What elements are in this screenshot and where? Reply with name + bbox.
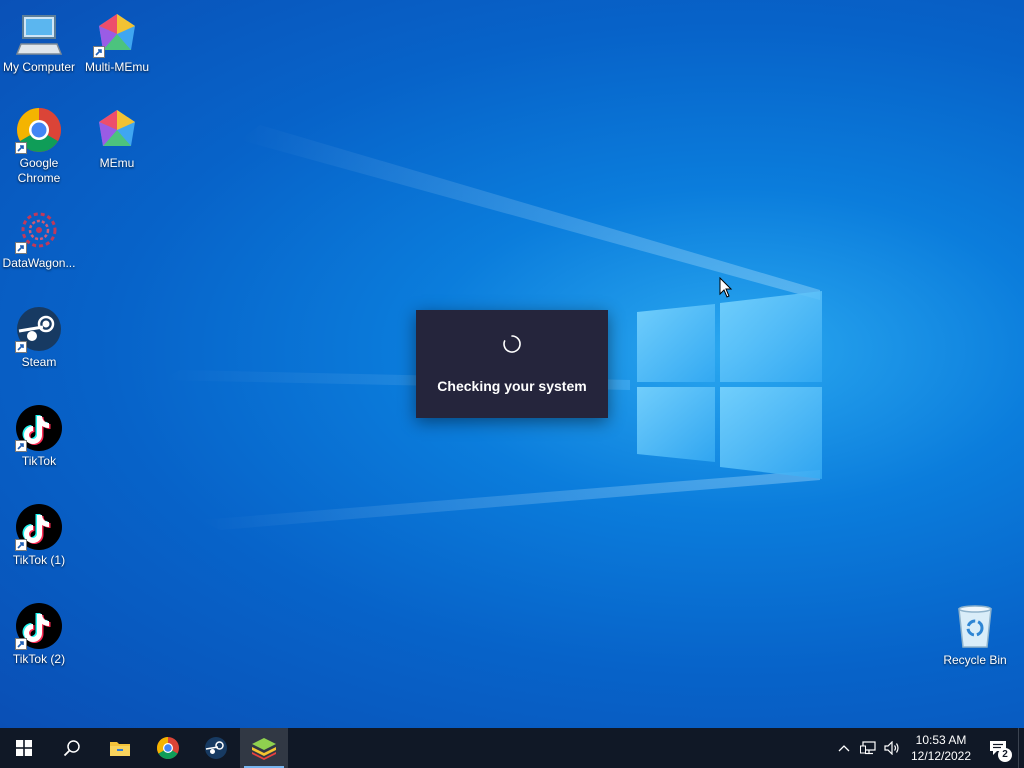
clock[interactable]: 10:53 AM 12/12/2022: [904, 732, 978, 764]
checking-system-dialog: Checking your system: [416, 310, 608, 418]
desktop-icon-label: DataWagon...: [2, 256, 76, 270]
computer-icon: [15, 15, 63, 55]
taskbar: 10:53 AM 12/12/2022 2: [0, 728, 1024, 768]
windows-start-icon: [16, 740, 32, 756]
bluestacks-icon: [252, 738, 276, 760]
desktop-icon-label: TikTok (1): [12, 553, 66, 567]
shortcut-arrow-icon: [15, 539, 27, 551]
taskbar-file-explorer[interactable]: [96, 728, 144, 768]
taskbar-chrome[interactable]: [144, 728, 192, 768]
desktop-icon-label: Google Chrome: [17, 156, 61, 185]
shortcut-arrow-icon: [15, 440, 27, 452]
desktop-icon-label: Recycle Bin: [943, 653, 1007, 667]
recycle-bin-icon: [958, 605, 992, 648]
desktop-icon-label: Steam: [21, 355, 57, 369]
desktop-icon-recycle-bin[interactable]: Recycle Bin: [936, 603, 1014, 668]
desktop-icon-label: My Computer: [2, 60, 76, 74]
desktop-icon-google-chrome[interactable]: Google Chrome: [0, 106, 78, 186]
desktop-icon-my-computer[interactable]: My Computer: [0, 10, 78, 75]
search-icon: [63, 740, 80, 757]
taskbar-bluestacks[interactable]: [240, 728, 288, 768]
desktop[interactable]: My Computer Multi-MEmu Google Chrome MEm…: [0, 0, 1024, 728]
file-explorer-icon: [110, 742, 130, 756]
search-button[interactable]: [48, 728, 96, 768]
checking-message: Checking your system: [437, 378, 587, 394]
desktop-icon-datawagon[interactable]: DataWagon...: [0, 206, 78, 271]
volume-icon: [884, 741, 899, 755]
clock-time: 10:53 AM: [915, 733, 967, 747]
desktop-icon-tiktok-2[interactable]: TikTok (2): [0, 602, 78, 667]
loading-spinner-icon: [503, 335, 521, 353]
desktop-icon-label: Multi-MEmu: [84, 60, 149, 74]
desktop-icon-tiktok-1[interactable]: TikTok (1): [0, 503, 78, 568]
notification-count-badge: 2: [998, 748, 1012, 762]
chrome-icon: [157, 737, 179, 759]
steam-icon: [205, 737, 227, 759]
network-button[interactable]: [856, 728, 880, 768]
desktop-icon-memu[interactable]: MEmu: [78, 106, 156, 171]
shortcut-arrow-icon: [15, 142, 27, 154]
network-icon: [860, 741, 876, 755]
shortcut-arrow-icon: [15, 341, 27, 353]
taskbar-steam[interactable]: [192, 728, 240, 768]
clock-date: 12/12/2022: [910, 749, 972, 763]
desktop-icon-label: TikTok (2): [12, 652, 66, 666]
system-tray: 10:53 AM 12/12/2022 2: [832, 728, 1024, 768]
start-button[interactable]: [0, 728, 48, 768]
chevron-up-icon: [838, 745, 850, 752]
show-desktop-button[interactable]: [1018, 728, 1024, 768]
desktop-icon-label: TikTok: [21, 454, 57, 468]
notification-center-button[interactable]: 2: [978, 728, 1018, 768]
shortcut-arrow-icon: [15, 242, 27, 254]
desktop-icon-steam[interactable]: Steam: [0, 305, 78, 370]
desktop-icon-label: MEmu: [99, 156, 135, 170]
show-hidden-icons-button[interactable]: [832, 728, 856, 768]
desktop-icon-multi-memu[interactable]: Multi-MEmu: [78, 10, 156, 75]
volume-button[interactable]: [880, 728, 904, 768]
shortcut-arrow-icon: [15, 638, 27, 650]
shortcut-arrow-icon: [93, 46, 105, 58]
memu-icon: [99, 110, 135, 146]
desktop-icon-tiktok[interactable]: TikTok: [0, 404, 78, 469]
mouse-cursor-icon: [719, 277, 733, 298]
